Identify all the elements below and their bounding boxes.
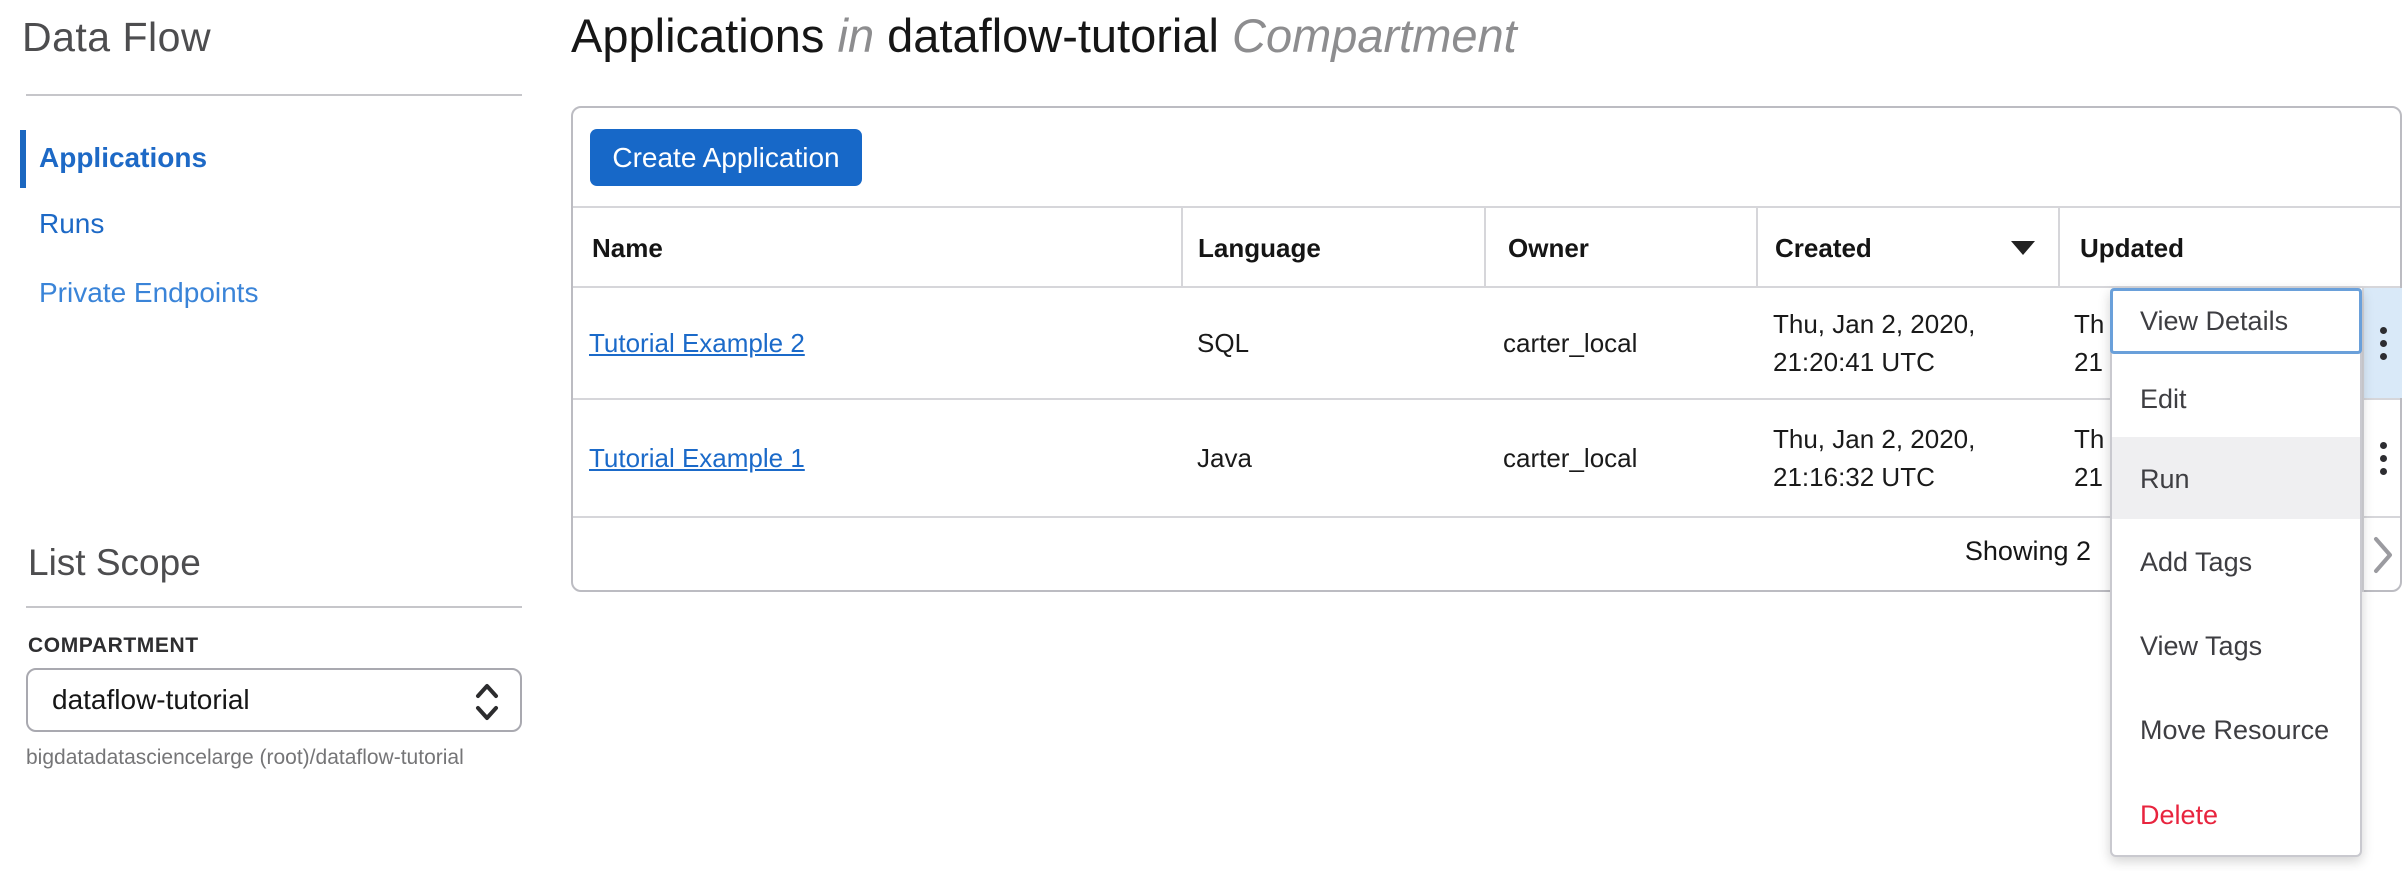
row-actions-cell [2364,288,2402,398]
next-page-icon [2372,536,2394,574]
menu-item-view-details[interactable]: View Details [2140,302,2288,340]
menu-item-delete[interactable]: Delete [2140,796,2218,834]
page-title-in: in [838,9,875,62]
application-link[interactable]: Tutorial Example 2 [589,325,805,361]
divider [26,94,522,96]
column-header-created[interactable]: Created [1775,230,1872,266]
application-link[interactable]: Tutorial Example 1 [589,440,805,476]
list-scope-title: List Scope [28,542,201,584]
owner-cell: carter_local [1503,440,1637,476]
kebab-icon[interactable] [2364,400,2402,516]
compartment-path: bigdatadatasciencelarge (root)/dataflow-… [26,746,464,770]
column-separator [2058,206,2060,288]
language-cell: Java [1197,440,1252,476]
compartment-select-value: dataflow-tutorial [52,670,250,730]
sidebar-title: Data Flow [22,14,211,61]
created-cell: Thu, Jan 2, 2020,21:16:32 UTC [1773,420,1975,496]
active-nav-indicator [20,130,26,188]
row-actions-cell [2364,400,2402,516]
page-title-compartment-word: Compartment [1232,9,1517,62]
compartment-select[interactable]: dataflow-tutorial [26,668,522,732]
column-header-owner[interactable]: Owner [1508,230,1589,266]
next-page-button[interactable] [2364,518,2402,592]
language-cell: SQL [1197,325,1249,361]
sort-descending-icon[interactable] [2011,241,2035,255]
column-header-language[interactable]: Language [1198,230,1321,266]
created-cell: Thu, Jan 2, 2020,21:20:41 UTC [1773,305,1975,381]
kebab-icon[interactable] [2364,288,2402,398]
menu-item-move-resource[interactable]: Move Resource [2140,711,2329,749]
divider [573,206,2400,208]
column-header-updated[interactable]: Updated [2080,230,2184,266]
dataflow-console-screen: Data Flow Applications Runs Private Endp… [0,0,2408,871]
menu-item-edit[interactable]: Edit [2140,380,2187,418]
column-separator [1181,206,1183,288]
select-updown-icon [474,682,500,722]
sidebar-item-runs[interactable]: Runs [39,206,104,242]
page-title-main: Applications [571,9,824,62]
divider [26,606,522,608]
column-separator [1756,206,1758,288]
updated-cell: Th21 [2074,420,2104,496]
column-header-name[interactable]: Name [592,230,663,266]
showing-items-text: Showing 2 [1965,536,2091,567]
row-actions-context-menu: View Details Edit Run Add Tags View Tags… [2110,288,2362,857]
create-application-button[interactable]: Create Application [590,129,862,186]
updated-cell: Th21 [2074,305,2104,381]
column-separator [1484,206,1486,288]
menu-item-run[interactable]: Run [2140,460,2190,498]
sidebar-item-private-endpoints[interactable]: Private Endpoints [39,275,258,311]
page-title-compartment-name: dataflow-tutorial [887,9,1219,62]
menu-item-add-tags[interactable]: Add Tags [2140,543,2252,581]
compartment-label: COMPARTMENT [28,634,199,658]
page-title: Applications in dataflow-tutorial Compar… [571,8,1517,63]
menu-item-view-tags[interactable]: View Tags [2140,627,2262,665]
owner-cell: carter_local [1503,325,1637,361]
sidebar-item-applications[interactable]: Applications [39,140,207,176]
